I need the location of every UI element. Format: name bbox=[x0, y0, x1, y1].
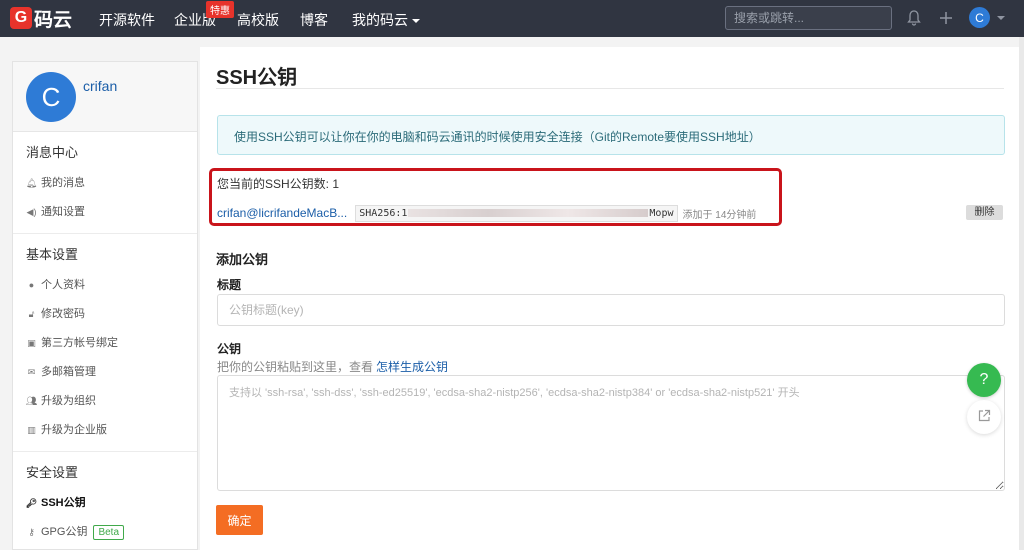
public-key-textarea[interactable] bbox=[217, 375, 1005, 491]
key-icon: 🔑︎ bbox=[25, 498, 38, 508]
avatar[interactable]: C bbox=[969, 7, 990, 28]
users-icon: 👥︎ bbox=[25, 396, 38, 406]
gpg-key-icon: ⚷ bbox=[28, 527, 35, 537]
sidebar-item-label: 我的消息 bbox=[41, 177, 85, 189]
help-button[interactable]: ? bbox=[967, 363, 1001, 397]
sidebar-item-password[interactable]: 🔓︎ 修改密码 bbox=[13, 300, 197, 329]
sidebar-item-emails[interactable]: ✉ 多邮箱管理 bbox=[13, 358, 197, 387]
mail-icon: ✉ bbox=[27, 367, 36, 377]
sidebar-item-ssh-keys[interactable]: 🔑︎ SSH公钥 bbox=[13, 489, 197, 518]
key-hint-text: 把你的公钥粘贴到这里，查看 bbox=[217, 360, 374, 374]
sidebar-item-label: SSH公钥 bbox=[41, 497, 86, 509]
external-link-icon bbox=[978, 409, 991, 425]
unlock-icon: 🔓︎ bbox=[28, 309, 35, 319]
user-icon: ● bbox=[28, 280, 35, 290]
sidebar-item-upgrade-org[interactable]: 👥︎ 升级为组织 bbox=[13, 387, 197, 416]
sidebar-section-messages: 消息中心 🔔︎ 我的消息 ◀) 通知设置 bbox=[13, 132, 197, 234]
sidebar-profile: C crifan bbox=[13, 62, 197, 132]
sidebar-item-label: 通知设置 bbox=[41, 206, 85, 218]
beta-badge: Beta bbox=[93, 525, 125, 540]
scrollbar[interactable] bbox=[1019, 37, 1024, 550]
sidebar-item-notification-settings[interactable]: ◀) 通知设置 bbox=[13, 198, 197, 227]
nav-blog[interactable]: 博客 bbox=[300, 10, 328, 30]
key-title-input[interactable] bbox=[217, 294, 1005, 326]
sidebar-item-label: 升级为企业版 bbox=[41, 424, 107, 436]
sidebar-section-title: 基本设置 bbox=[26, 247, 79, 262]
building-icon: ▥ bbox=[27, 425, 36, 435]
chevron-down-icon bbox=[412, 19, 420, 24]
bell-icon: 🔔︎ bbox=[25, 178, 38, 188]
sidebar-item-profile[interactable]: ● 个人资料 bbox=[13, 271, 197, 300]
sidebar-item-label: 修改密码 bbox=[41, 308, 85, 320]
profile-username[interactable]: crifan bbox=[83, 78, 117, 94]
sidebar-item-label: 多邮箱管理 bbox=[41, 366, 96, 378]
main-panel: SSH公钥 使用SSH公钥可以让你在你的电脑和码云通讯的时候使用安全连接（Git… bbox=[200, 47, 1020, 550]
search-input[interactable] bbox=[725, 6, 892, 30]
settings-sidebar: C crifan 消息中心 🔔︎ 我的消息 ◀) 通知设置 基本设置 ● 个人资料 🔓… bbox=[12, 61, 198, 550]
logo[interactable]: G 码云 bbox=[10, 6, 73, 31]
plus-icon[interactable] bbox=[937, 9, 955, 27]
sidebar-section-title: 消息中心 bbox=[26, 145, 79, 160]
sidebar-item-third-party[interactable]: ▣ 第三方帐号绑定 bbox=[13, 329, 197, 358]
nav-open-source[interactable]: 开源软件 bbox=[99, 10, 155, 30]
nav-university[interactable]: 高校版 bbox=[237, 10, 279, 30]
sidebar-section-title: 安全设置 bbox=[26, 465, 79, 480]
sidebar-item-my-messages[interactable]: 🔔︎ 我的消息 bbox=[13, 169, 197, 198]
key-hint: 把你的公钥粘贴到这里，查看 怎样生成公钥 bbox=[217, 358, 448, 375]
delete-key-button[interactable]: 删除 bbox=[966, 205, 1003, 220]
key-label: 公钥 bbox=[217, 342, 242, 356]
nav-my-gitee-label: 我的码云 bbox=[352, 12, 408, 28]
sidebar-item-upgrade-enterprise[interactable]: ▥ 升级为企业版 bbox=[13, 416, 197, 445]
sidebar-section-security: 安全设置 🔑︎ SSH公钥 ⚷ GPG公钥 Beta bbox=[13, 452, 197, 550]
sidebar-item-label: 升级为组织 bbox=[41, 395, 96, 407]
sidebar-item-label: 第三方帐号绑定 bbox=[41, 337, 118, 349]
profile-avatar[interactable]: C bbox=[26, 72, 76, 122]
share-button[interactable] bbox=[967, 400, 1001, 434]
add-key-heading: 添加公钥 bbox=[216, 252, 269, 267]
sidebar-section-basic: 基本设置 ● 个人资料 🔓︎ 修改密码 ▣ 第三方帐号绑定 ✉ 多邮箱管理 👥︎ 升级为组… bbox=[13, 234, 197, 452]
avatar-chevron-down-icon[interactable] bbox=[997, 16, 1005, 20]
page-title: SSH公钥 bbox=[216, 67, 298, 89]
sidebar-item-gpg-keys[interactable]: ⚷ GPG公钥 Beta bbox=[13, 518, 197, 547]
info-alert: 使用SSH公钥可以让你在你的电脑和码云通讯的时候使用安全连接（Git的Remot… bbox=[217, 115, 1005, 155]
logo-text: 码云 bbox=[34, 8, 73, 31]
sidebar-item-label: GPG公钥 bbox=[41, 526, 88, 538]
highlight-annotation bbox=[209, 168, 782, 226]
bell-icon[interactable] bbox=[905, 9, 923, 27]
sidebar-item-label: 个人资料 bbox=[41, 279, 85, 291]
how-to-generate-link[interactable]: 怎样生成公钥 bbox=[376, 360, 448, 374]
id-card-icon: ▣ bbox=[27, 338, 36, 348]
logo-g-icon: G bbox=[10, 7, 32, 29]
divider bbox=[216, 88, 1004, 89]
top-navbar: G 码云 开源软件 企业版 特惠 高校版 博客 我的码云 C bbox=[0, 0, 1024, 37]
title-label: 标题 bbox=[217, 278, 242, 292]
promo-badge: 特惠 bbox=[206, 1, 234, 18]
submit-button[interactable]: 确定 bbox=[216, 505, 263, 535]
nav-my-gitee[interactable]: 我的码云 bbox=[352, 10, 420, 30]
volume-icon: ◀) bbox=[26, 207, 37, 217]
